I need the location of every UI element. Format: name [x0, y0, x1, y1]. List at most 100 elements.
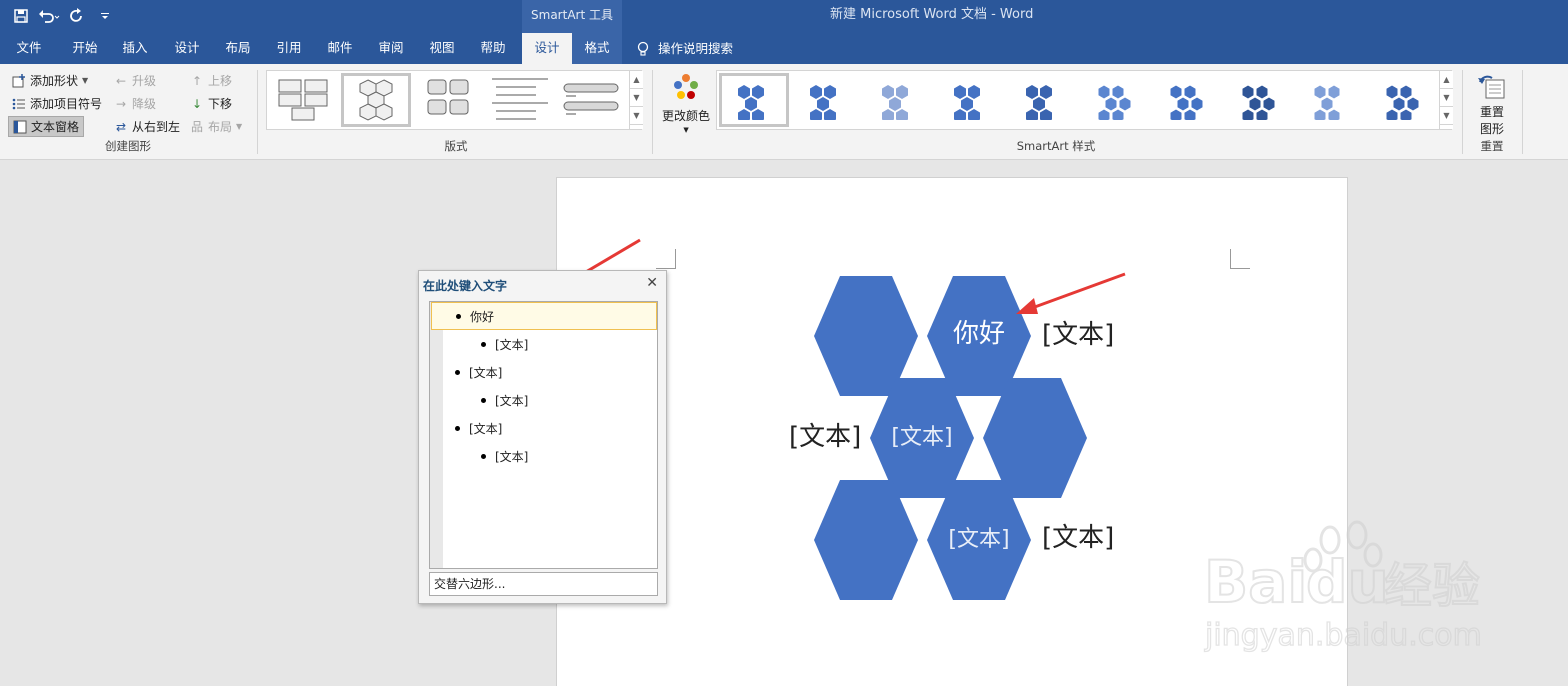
hexagon-style-icon	[1169, 84, 1204, 120]
dropdown-arrow-icon: ▼	[236, 122, 243, 131]
change-colors-button[interactable]: 更改颜色 ▼	[662, 72, 710, 134]
tab-mailings[interactable]: 邮件	[315, 33, 365, 64]
text-pane-item-label: 你好	[470, 309, 495, 324]
text-pane-item-label: [文本]	[469, 365, 503, 380]
hexagon-style-icon	[1026, 85, 1052, 120]
text-pane-item[interactable]: [文本]	[431, 330, 657, 358]
hexagon-style-icon	[882, 85, 908, 120]
undo-icon[interactable]	[38, 5, 60, 27]
text-pane-item-label: [文本]	[495, 393, 529, 408]
demote-button[interactable]: → 降级	[114, 95, 156, 112]
quick-access-toolbar	[10, 5, 116, 27]
style-option-7[interactable]	[1151, 73, 1221, 127]
smartart-text-pane: 在此处键入文字 ✕ 你好 [文本] [文本] [文本] [文本] [文本] 交替六边形..…	[418, 270, 667, 604]
layout-option-1[interactable]	[269, 73, 339, 127]
scroll-down-icon[interactable]: ▼	[1440, 89, 1453, 107]
style-option-6[interactable]	[1079, 73, 1149, 127]
styles-gallery: ▲ ▼ ▼	[716, 70, 1453, 130]
style-option-10[interactable]	[1367, 73, 1437, 127]
group-divider	[257, 70, 258, 154]
layout-name-link[interactable]: 交替六边形...	[429, 572, 658, 596]
style-option-8[interactable]	[1223, 73, 1293, 127]
gallery-expand-icon[interactable]: ▼	[630, 107, 643, 125]
hexagon-style-icon	[1313, 84, 1341, 120]
move-down-button[interactable]: ↓ 下移	[190, 95, 232, 112]
reset-label: 重置	[1480, 139, 1504, 153]
tab-home[interactable]: 开始	[60, 33, 110, 64]
layout-option-hexagon[interactable]	[341, 73, 411, 127]
tab-view[interactable]: 视图	[417, 33, 467, 64]
scroll-down-icon[interactable]: ▼	[630, 89, 643, 107]
promote-button[interactable]: ← 升级	[114, 72, 156, 89]
add-shape-button[interactable]: 添加形状 ▼	[12, 72, 88, 89]
move-up-button[interactable]: ↑ 上移	[190, 72, 232, 89]
tab-layout[interactable]: 布局	[213, 33, 263, 64]
create-graphic-group: 添加形状 ▼ 添加项目符号 文本窗格 ← 升级 → 降级 ⇄ 从右到左 ↑ 上移…	[0, 68, 256, 156]
right-to-left-button[interactable]: ⇄ 从右到左	[114, 118, 180, 135]
smartart-styles-label: SmartArt 样式	[1016, 139, 1096, 153]
styles-gallery-scroll[interactable]: ▲ ▼ ▼	[1439, 71, 1453, 129]
reset-group: 重置 图形 重置	[1464, 68, 1520, 156]
crop-mark	[1230, 249, 1250, 269]
bullet-icon	[455, 369, 460, 375]
layout-option-5[interactable]	[557, 73, 627, 127]
swap-arrows-icon: ⇄	[115, 119, 127, 134]
bullet-list-icon	[12, 97, 26, 111]
gallery-expand-icon[interactable]: ▼	[1440, 107, 1453, 125]
add-shape-icon	[12, 73, 26, 88]
style-option-2[interactable]	[791, 73, 861, 127]
layouts-gallery-scroll[interactable]: ▲ ▼ ▼	[629, 71, 643, 129]
bullet-icon	[481, 397, 486, 403]
hexagon-style-icon	[810, 85, 836, 120]
arrow-right-icon: →	[115, 96, 127, 111]
redo-icon[interactable]	[66, 5, 88, 27]
lightbulb-icon	[637, 41, 649, 56]
layout-button[interactable]: 品 布局 ▼	[190, 118, 242, 135]
style-option-4[interactable]	[935, 73, 1005, 127]
tab-smartart-format[interactable]: 格式	[572, 33, 622, 64]
bullet-icon	[456, 313, 461, 319]
layouts-gallery: ▲ ▼ ▼	[266, 70, 643, 130]
tab-insert[interactable]: 插入	[110, 33, 160, 64]
tab-design[interactable]: 设计	[162, 33, 212, 64]
scroll-up-icon[interactable]: ▲	[1440, 71, 1453, 89]
reset-graphic-icon	[1478, 72, 1506, 103]
group-divider	[652, 70, 653, 154]
tab-smartart-design[interactable]: 设计	[522, 33, 572, 64]
text-pane-item[interactable]: [文本]	[431, 442, 657, 470]
crop-mark	[656, 249, 676, 269]
create-graphic-label: 创建图形	[105, 139, 151, 153]
arrow-up-icon: ↑	[191, 73, 203, 88]
text-pane-item[interactable]: [文本]	[431, 414, 657, 442]
style-option-3[interactable]	[863, 73, 933, 127]
tab-references[interactable]: 引用	[264, 33, 314, 64]
layouts-label: 版式	[444, 139, 468, 153]
document-page[interactable]	[556, 177, 1348, 686]
style-option-5[interactable]	[1007, 73, 1077, 127]
reset-graphic-button[interactable]: 重置 图形	[1478, 72, 1506, 137]
hexagon-style-icon	[1385, 84, 1420, 120]
text-pane-item[interactable]: 你好	[431, 302, 657, 330]
tab-help[interactable]: 帮助	[468, 33, 518, 64]
layout-option-4[interactable]	[485, 73, 555, 127]
tell-me-search[interactable]: 操作说明搜索	[636, 33, 733, 64]
hexagon-style-icon	[1241, 84, 1276, 120]
customize-qat-icon[interactable]	[94, 5, 116, 27]
group-divider	[1462, 70, 1463, 154]
save-icon[interactable]	[10, 5, 32, 27]
add-bullet-button[interactable]: 添加项目符号	[12, 95, 102, 112]
style-option-9[interactable]	[1295, 73, 1365, 127]
text-pane-item[interactable]: [文本]	[431, 386, 657, 414]
text-pane-button[interactable]: 文本窗格	[8, 116, 85, 137]
arrow-left-icon: ←	[115, 73, 127, 88]
tab-file[interactable]: 文件	[4, 33, 54, 64]
scroll-up-icon[interactable]: ▲	[630, 71, 643, 89]
text-pane-item[interactable]: [文本]	[431, 358, 657, 386]
hexagon-style-icon	[738, 85, 764, 120]
layout-option-3[interactable]	[413, 73, 483, 127]
text-pane-list[interactable]: 你好 [文本] [文本] [文本] [文本] [文本]	[429, 301, 658, 569]
close-icon[interactable]: ✕	[646, 275, 658, 291]
arrow-down-icon: ↓	[191, 96, 203, 111]
tab-review[interactable]: 审阅	[366, 33, 416, 64]
style-option-1[interactable]	[719, 73, 789, 127]
